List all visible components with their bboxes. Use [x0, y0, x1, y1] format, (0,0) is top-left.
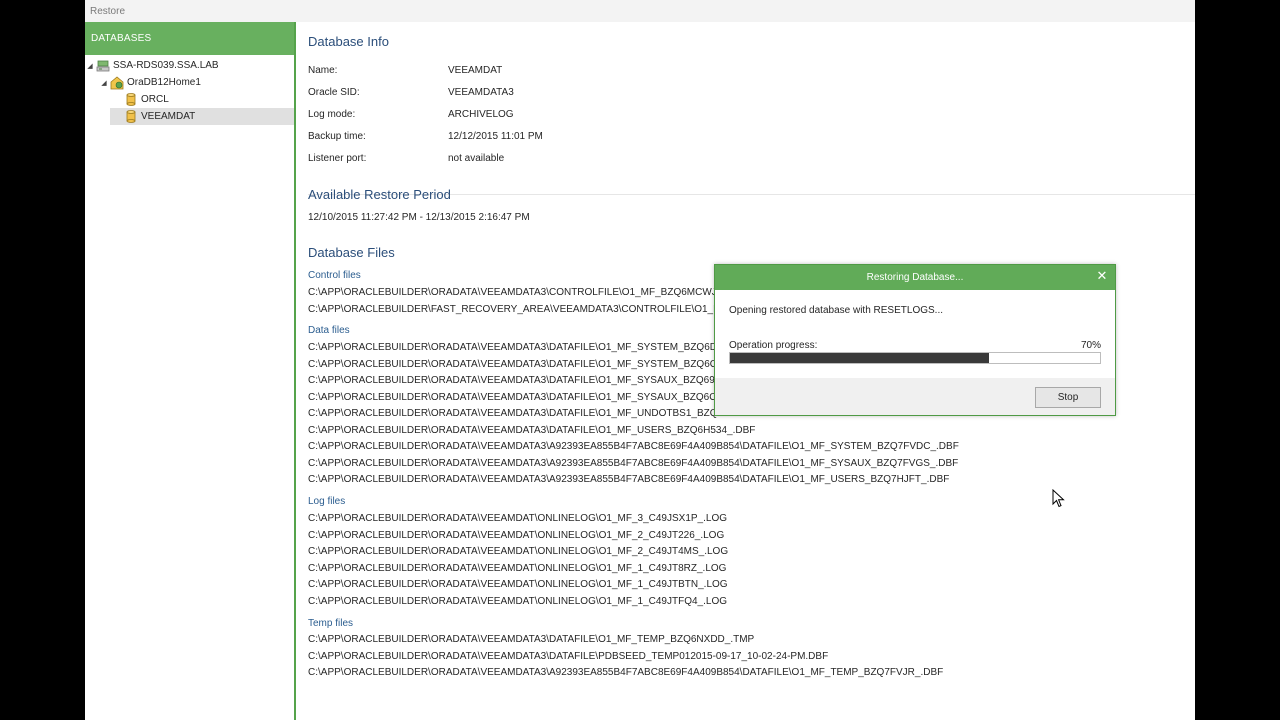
sidebar-header: DATABASES	[85, 22, 294, 55]
window-title: Restore	[90, 6, 126, 17]
databases-sidebar: DATABASES ◢ SSA-RDS039.SSA.LAB ◢ OraDB12…	[85, 22, 296, 720]
control-file-path: C:\APP\ORACLEBUILDER\FAST_RECOVERY_AREA\…	[308, 304, 734, 315]
log-file-path: C:\APP\ORACLEBUILDER\ORADATA\VEEAMDAT\ON…	[308, 513, 728, 524]
progress-bar-fill	[730, 353, 989, 363]
progress-bar	[729, 352, 1101, 364]
name-label: Name:	[308, 65, 338, 76]
tree-item-label: OraDB12Home1	[127, 77, 201, 88]
close-icon[interactable]: ✕	[1095, 268, 1109, 284]
sidebar-header-label: DATABASES	[91, 33, 152, 44]
collapse-arrow-icon[interactable]: ◢	[99, 79, 109, 87]
collapse-arrow-icon[interactable]: ◢	[85, 62, 95, 70]
restore-period-value: 12/10/2015 11:27:42 PM - 12/13/2015 2:16…	[308, 212, 530, 223]
log-file-path: C:\APP\ORACLEBUILDER\ORADATA\VEEAMDAT\ON…	[308, 596, 728, 607]
data-file-path: C:\APP\ORACLEBUILDER\ORADATA\VEEAMDATA3\…	[308, 441, 959, 452]
oracle-sid-value: VEEAMDATA3	[448, 87, 514, 98]
dialog-title: Restoring Database...	[715, 265, 1115, 290]
listener-port-value: not available	[448, 153, 505, 164]
dialog-status-message: Opening restored database with RESETLOGS…	[729, 305, 943, 316]
data-files-title: Data files	[308, 325, 350, 336]
temp-file-path: C:\APP\ORACLEBUILDER\ORADATA\VEEAMDATA3\…	[308, 634, 755, 645]
temp-file-path: C:\APP\ORACLEBUILDER\ORADATA\VEEAMDATA3\…	[308, 667, 944, 678]
tree-item-server[interactable]: ◢ SSA-RDS039.SSA.LAB	[85, 57, 294, 74]
stop-button[interactable]: Stop	[1035, 387, 1101, 408]
data-file-path: C:\APP\ORACLEBUILDER\ORADATA\VEEAMDATA3\…	[308, 359, 724, 370]
control-file-path: C:\APP\ORACLEBUILDER\ORADATA\VEEAMDATA3\…	[308, 287, 723, 298]
tree-item-label: ORCL	[141, 94, 169, 105]
temp-file-path: C:\APP\ORACLEBUILDER\ORADATA\VEEAMDATA3\…	[308, 651, 829, 662]
progress-label: Operation progress:	[729, 340, 818, 351]
log-mode-value: ARCHIVELOG	[448, 109, 514, 120]
log-file-path: C:\APP\ORACLEBUILDER\ORADATA\VEEAMDAT\ON…	[308, 563, 727, 574]
log-file-path: C:\APP\ORACLEBUILDER\ORADATA\VEEAMDAT\ON…	[308, 579, 728, 590]
backup-time-value: 12/12/2015 11:01 PM	[448, 131, 543, 142]
title-bar: Restore	[85, 0, 1195, 23]
dialog-footer: Stop	[715, 378, 1115, 415]
database-icon	[123, 93, 139, 107]
log-file-path: C:\APP\ORACLEBUILDER\ORADATA\VEEAMDAT\ON…	[308, 530, 725, 541]
oracle-sid-label: Oracle SID:	[308, 87, 360, 98]
log-files-title: Log files	[308, 496, 346, 507]
data-file-path: C:\APP\ORACLEBUILDER\ORADATA\VEEAMDATA3\…	[308, 375, 722, 386]
log-file-path: C:\APP\ORACLEBUILDER\ORADATA\VEEAMDAT\ON…	[308, 546, 729, 557]
database-files-title: Database Files	[308, 245, 395, 260]
tree-item-label: VEEAMDAT	[141, 111, 196, 122]
restore-period-title: Available Restore Period	[308, 187, 451, 202]
data-file-path: C:\APP\ORACLEBUILDER\ORADATA\VEEAMDATA3\…	[308, 458, 959, 469]
database-info-title: Database Info	[308, 34, 389, 49]
data-file-path: C:\APP\ORACLEBUILDER\ORADATA\VEEAMDATA3\…	[308, 342, 723, 353]
restoring-database-dialog: Restoring Database... ✕ Opening restored…	[714, 264, 1116, 416]
database-icon	[123, 110, 139, 124]
listener-port-label: Listener port:	[308, 153, 367, 164]
oracle-home-icon	[109, 75, 125, 90]
control-files-title: Control files	[308, 270, 361, 281]
tree-item-label: SSA-RDS039.SSA.LAB	[113, 60, 219, 71]
log-mode-label: Log mode:	[308, 109, 356, 120]
mouse-cursor-icon	[1052, 489, 1065, 508]
data-file-path: C:\APP\ORACLEBUILDER\ORADATA\VEEAMDATA3\…	[308, 425, 756, 436]
data-file-path: C:\APP\ORACLEBUILDER\ORADATA\VEEAMDATA3\…	[308, 392, 723, 403]
progress-percent: 70%	[1080, 340, 1101, 351]
backup-time-label: Backup time:	[308, 131, 366, 142]
tree-item-veeamdat[interactable]: VEEAMDAT	[110, 108, 294, 125]
tree-item-orcl[interactable]: ORCL	[123, 91, 294, 108]
name-value: VEEAMDAT	[448, 65, 503, 76]
data-file-path: C:\APP\ORACLEBUILDER\ORADATA\VEEAMDATA3\…	[308, 408, 724, 419]
tree-item-oracle-home[interactable]: ◢ OraDB12Home1	[99, 74, 294, 91]
server-icon	[95, 59, 111, 73]
temp-files-title: Temp files	[308, 618, 354, 629]
data-file-path: C:\APP\ORACLEBUILDER\ORADATA\VEEAMDATA3\…	[308, 474, 950, 485]
